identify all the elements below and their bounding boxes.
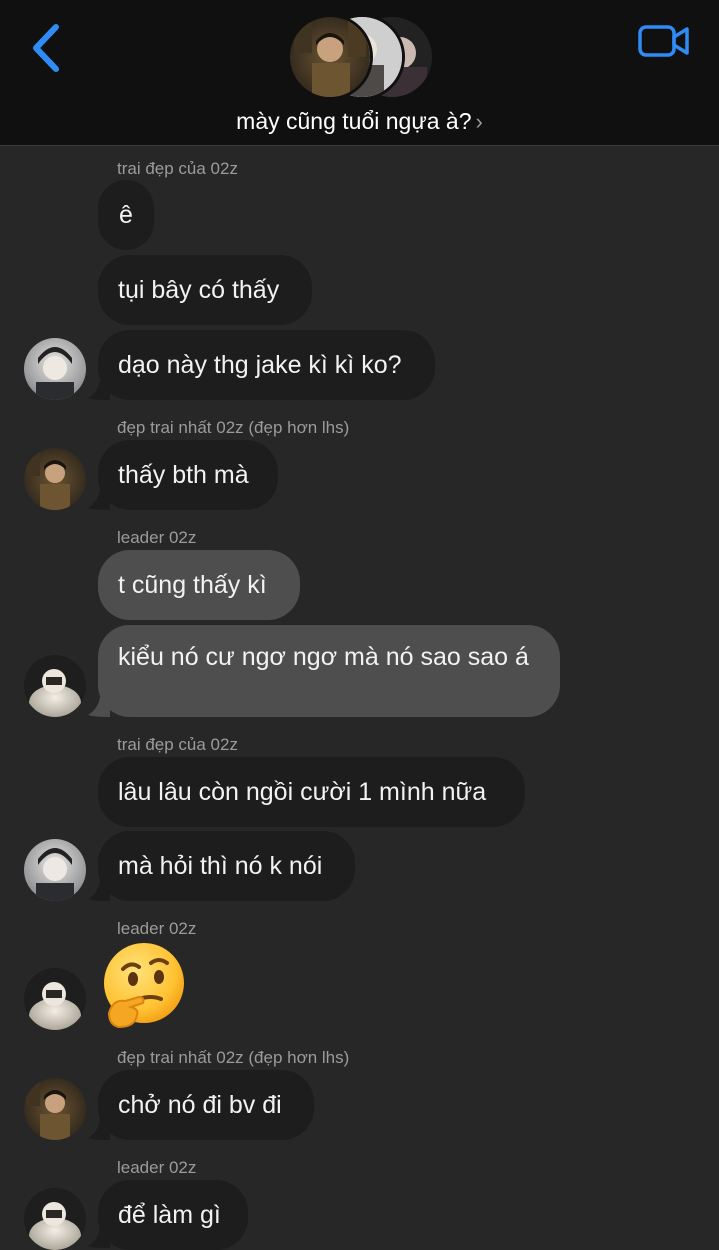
bubble-tail bbox=[88, 1120, 110, 1140]
bubble-tail bbox=[88, 380, 110, 400]
avatar[interactable] bbox=[24, 1078, 86, 1140]
group-member-avatar bbox=[287, 14, 373, 100]
bubble-tail bbox=[88, 881, 110, 901]
chevron-left-icon bbox=[33, 24, 59, 72]
back-button[interactable] bbox=[26, 22, 66, 74]
avatar[interactable] bbox=[24, 338, 86, 400]
message-bubble[interactable]: dạo này thg jake kì kì ko? bbox=[98, 330, 435, 400]
sender-name: leader 02z bbox=[117, 919, 197, 938]
message-bubble[interactable]: mà hỏi thì nó k nói bbox=[98, 831, 355, 901]
video-camera-icon bbox=[638, 25, 689, 57]
message-bubble[interactable]: ê bbox=[98, 180, 154, 250]
thinking-face-icon[interactable] bbox=[99, 941, 189, 1031]
sender-name: leader 02z bbox=[117, 1158, 197, 1177]
sender-name: trai đẹp của 02z bbox=[117, 159, 238, 178]
sender-name: trai đẹp của 02z bbox=[117, 735, 238, 754]
message-bubble[interactable]: t cũng thấy kì bbox=[98, 550, 300, 620]
message-bubble[interactable]: chở nó đi bv đi bbox=[98, 1070, 314, 1140]
avatar[interactable] bbox=[24, 839, 86, 901]
sender-name: đẹp trai nhất 02z (đẹp hơn lhs) bbox=[117, 418, 350, 437]
bubble-tail bbox=[88, 1228, 110, 1248]
message-bubble[interactable]: thấy bth mà bbox=[98, 440, 278, 510]
conversation-title[interactable]: mày cũng tuổi ngựa à? › bbox=[0, 108, 719, 135]
message-bubble[interactable]: kiểu nó cư ngơ ngơ mà nó sao sao á bbox=[98, 625, 560, 717]
message-bubble[interactable]: để làm gì bbox=[98, 1180, 248, 1250]
bubble-tail bbox=[88, 697, 110, 717]
chat-header: mày cũng tuổi ngựa à? › bbox=[0, 0, 719, 146]
sender-name: đẹp trai nhất 02z (đẹp hơn lhs) bbox=[117, 1048, 350, 1067]
conversation-name: mày cũng tuổi ngựa à? bbox=[236, 108, 472, 134]
video-call-button[interactable] bbox=[636, 22, 692, 62]
avatar[interactable] bbox=[24, 448, 86, 510]
chevron-right-icon: › bbox=[475, 109, 483, 134]
group-avatar-stack[interactable] bbox=[287, 14, 437, 104]
avatar[interactable] bbox=[24, 1188, 86, 1250]
message-bubble[interactable]: lâu lâu còn ngồi cười 1 mình nữa bbox=[98, 757, 525, 827]
message-bubble[interactable]: tụi bây có thấy bbox=[98, 255, 312, 325]
avatar[interactable] bbox=[24, 968, 86, 1030]
sender-name: leader 02z bbox=[117, 528, 197, 547]
bubble-tail bbox=[88, 490, 110, 510]
avatar[interactable] bbox=[24, 655, 86, 717]
